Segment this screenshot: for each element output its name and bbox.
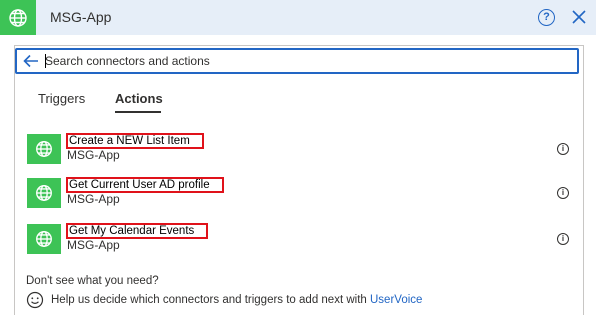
close-icon[interactable]	[570, 8, 588, 26]
info-icon[interactable]: i	[557, 233, 569, 245]
action-connector: MSG-App	[67, 238, 120, 252]
help-icon[interactable]: ?	[538, 9, 555, 26]
info-icon[interactable]: i	[557, 143, 569, 155]
action-item-get-calendar-events[interactable]: Get My Calendar Events MSG-App i	[27, 223, 577, 258]
action-title[interactable]: Create a NEW List Item	[66, 133, 204, 149]
search-box[interactable]	[15, 48, 579, 74]
action-connector: MSG-App	[67, 192, 120, 206]
app-title: MSG-App	[50, 9, 112, 25]
action-item-get-user-profile[interactable]: Get Current User AD profile MSG-App i	[27, 177, 577, 212]
feedback-text: Help us decide which connectors and trig…	[51, 294, 422, 306]
app-tile	[0, 0, 36, 35]
text-caret	[45, 54, 46, 68]
tab-triggers[interactable]: Triggers	[38, 91, 85, 106]
globe-icon	[36, 141, 52, 157]
uservoice-link[interactable]: UserVoice	[370, 294, 422, 306]
globe-icon	[36, 231, 52, 247]
search-input[interactable]	[45, 52, 565, 70]
back-arrow-icon[interactable]	[22, 53, 40, 69]
action-title[interactable]: Get My Calendar Events	[66, 223, 209, 239]
missing-connector-heading: Don't see what you need?	[26, 275, 159, 287]
header-bar: MSG-App ?	[0, 0, 596, 35]
tab-actions[interactable]: Actions	[115, 91, 163, 106]
action-tile	[27, 134, 61, 164]
globe-icon	[36, 185, 52, 201]
action-tile	[27, 224, 61, 254]
action-title[interactable]: Get Current User AD profile	[66, 177, 224, 193]
globe-icon	[9, 8, 27, 27]
tab-selected-indicator	[115, 111, 161, 113]
action-tile	[27, 178, 61, 208]
info-icon[interactable]: i	[557, 187, 569, 199]
action-connector: MSG-App	[67, 148, 120, 162]
feedback-message: Help us decide which connectors and trig…	[51, 294, 367, 306]
action-item-create-list-item[interactable]: Create a NEW List Item MSG-App i	[27, 133, 577, 168]
smiley-icon	[26, 291, 44, 309]
